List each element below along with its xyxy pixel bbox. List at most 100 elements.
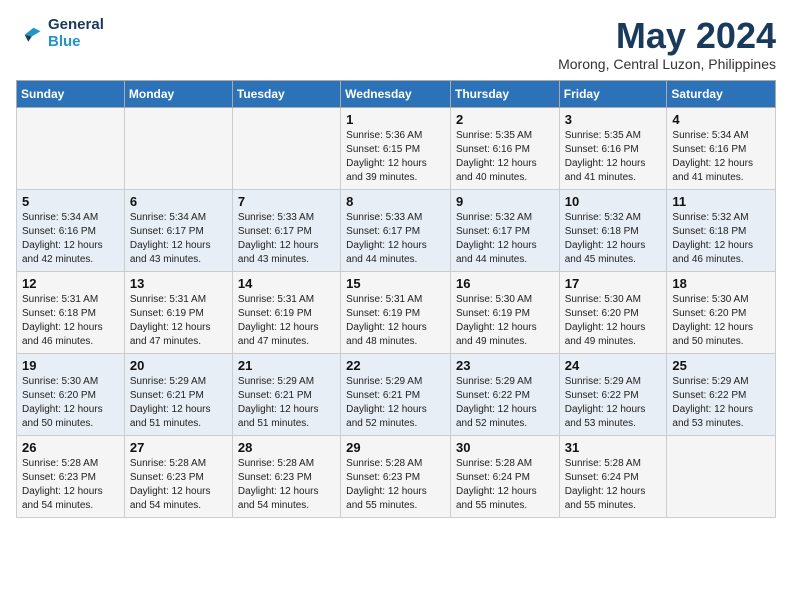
calendar-cell-w2-d3: 7 Sunrise: 5:33 AM Sunset: 6:17 PM Daylig… — [232, 189, 340, 271]
logo: General Blue — [16, 16, 104, 50]
day-info: Sunrise: 5:30 AM Sunset: 6:20 PM Dayligh… — [22, 375, 119, 431]
day-info: Sunrise: 5:31 AM Sunset: 6:19 PM Dayligh… — [238, 293, 335, 349]
calendar-cell-w3-d1: 12Sunrise: 5:31 AM Sunset: 6:18 PM Dayli… — [17, 271, 125, 353]
day-info: Sunrise: 5:29 AM Sunset: 6:21 PM Dayligh… — [346, 375, 445, 431]
calendar-cell-w2-d7: 11 Sunrise: 5:32 AM Sunset: 6:18 PM Dayli… — [667, 189, 776, 271]
month-year: May 2024 — [558, 16, 776, 56]
calendar-cell-w4-d2: 20 Sunrise: 5:29 AM Sunset: 6:21 PM Dayli… — [124, 353, 232, 435]
week-row-1: 1 Sunrise: 5:36 AM Sunset: 6:15 PM Daylig… — [17, 107, 776, 189]
calendar-cell-w1-d4: 1 Sunrise: 5:36 AM Sunset: 6:15 PM Daylig… — [341, 107, 451, 189]
header-sunday: Sunday — [17, 80, 125, 107]
calendar-cell-w5-d6: 31Sunrise: 5:28 AM Sunset: 6:24 PM Dayli… — [559, 435, 667, 517]
day-info: Sunrise: 5:33 AM Sunset: 6:17 PM Dayligh… — [346, 211, 445, 267]
logo-subtext: Blue — [48, 33, 104, 50]
page-header: General Blue May 2024 Morong, Central Lu… — [16, 16, 776, 72]
day-number: 28 — [238, 440, 335, 455]
day-number: 26 — [22, 440, 119, 455]
day-info: Sunrise: 5:30 AM Sunset: 6:20 PM Dayligh… — [672, 293, 770, 349]
day-info: Sunrise: 5:35 AM Sunset: 6:16 PM Dayligh… — [565, 129, 662, 185]
week-row-3: 12Sunrise: 5:31 AM Sunset: 6:18 PM Dayli… — [17, 271, 776, 353]
day-info: Sunrise: 5:28 AM Sunset: 6:24 PM Dayligh… — [456, 457, 554, 513]
day-number: 10 — [565, 194, 662, 209]
header-friday: Friday — [559, 80, 667, 107]
day-number: 1 — [346, 112, 445, 127]
day-number: 24 — [565, 358, 662, 373]
week-row-2: 5 Sunrise: 5:34 AM Sunset: 6:16 PM Daylig… — [17, 189, 776, 271]
day-info: Sunrise: 5:32 AM Sunset: 6:18 PM Dayligh… — [565, 211, 662, 267]
day-number: 17 — [565, 276, 662, 291]
calendar-cell-w5-d7 — [667, 435, 776, 517]
day-number: 16 — [456, 276, 554, 291]
day-number: 19 — [22, 358, 119, 373]
day-info: Sunrise: 5:36 AM Sunset: 6:15 PM Dayligh… — [346, 129, 445, 185]
day-number: 2 — [456, 112, 554, 127]
day-info: Sunrise: 5:30 AM Sunset: 6:19 PM Dayligh… — [456, 293, 554, 349]
day-info: Sunrise: 5:28 AM Sunset: 6:23 PM Dayligh… — [22, 457, 119, 513]
day-number: 13 — [130, 276, 227, 291]
logo-icon — [16, 19, 44, 47]
day-number: 6 — [130, 194, 227, 209]
day-number: 29 — [346, 440, 445, 455]
day-number: 27 — [130, 440, 227, 455]
day-info: Sunrise: 5:34 AM Sunset: 6:17 PM Dayligh… — [130, 211, 227, 267]
header-wednesday: Wednesday — [341, 80, 451, 107]
day-info: Sunrise: 5:29 AM Sunset: 6:21 PM Dayligh… — [130, 375, 227, 431]
day-number: 9 — [456, 194, 554, 209]
calendar-cell-w2-d2: 6 Sunrise: 5:34 AM Sunset: 6:17 PM Daylig… — [124, 189, 232, 271]
day-number: 23 — [456, 358, 554, 373]
day-info: Sunrise: 5:29 AM Sunset: 6:22 PM Dayligh… — [456, 375, 554, 431]
day-number: 30 — [456, 440, 554, 455]
calendar-cell-w4-d7: 25Sunrise: 5:29 AM Sunset: 6:22 PM Dayli… — [667, 353, 776, 435]
calendar-cell-w4-d4: 22Sunrise: 5:29 AM Sunset: 6:21 PM Dayli… — [341, 353, 451, 435]
header-saturday: Saturday — [667, 80, 776, 107]
calendar-cell-w3-d3: 14 Sunrise: 5:31 AM Sunset: 6:19 PM Dayli… — [232, 271, 340, 353]
calendar-cell-w5-d5: 30 Sunrise: 5:28 AM Sunset: 6:24 PM Dayli… — [450, 435, 559, 517]
day-info: Sunrise: 5:34 AM Sunset: 6:16 PM Dayligh… — [22, 211, 119, 267]
day-info: Sunrise: 5:31 AM Sunset: 6:19 PM Dayligh… — [346, 293, 445, 349]
calendar-cell-w1-d2 — [124, 107, 232, 189]
calendar-cell-w1-d3 — [232, 107, 340, 189]
calendar-cell-w2-d1: 5 Sunrise: 5:34 AM Sunset: 6:16 PM Daylig… — [17, 189, 125, 271]
calendar-cell-w4-d5: 23 Sunrise: 5:29 AM Sunset: 6:22 PM Dayli… — [450, 353, 559, 435]
day-info: Sunrise: 5:29 AM Sunset: 6:22 PM Dayligh… — [672, 375, 770, 431]
calendar-cell-w5-d4: 29 Sunrise: 5:28 AM Sunset: 6:23 PM Dayli… — [341, 435, 451, 517]
calendar-cell-w5-d3: 28 Sunrise: 5:28 AM Sunset: 6:23 PM Dayli… — [232, 435, 340, 517]
header-tuesday: Tuesday — [232, 80, 340, 107]
day-number: 5 — [22, 194, 119, 209]
calendar-cell-w5-d1: 26 Sunrise: 5:28 AM Sunset: 6:23 PM Dayli… — [17, 435, 125, 517]
calendar-cell-w1-d7: 4Sunrise: 5:34 AM Sunset: 6:16 PM Daylig… — [667, 107, 776, 189]
logo-text: General — [48, 16, 104, 33]
calendar-cell-w1-d6: 3 Sunrise: 5:35 AM Sunset: 6:16 PM Daylig… — [559, 107, 667, 189]
day-number: 7 — [238, 194, 335, 209]
calendar-cell-w4-d3: 21Sunrise: 5:29 AM Sunset: 6:21 PM Dayli… — [232, 353, 340, 435]
day-number: 18 — [672, 276, 770, 291]
day-info: Sunrise: 5:28 AM Sunset: 6:23 PM Dayligh… — [238, 457, 335, 513]
calendar-cell-w2-d5: 9Sunrise: 5:32 AM Sunset: 6:17 PM Daylig… — [450, 189, 559, 271]
day-info: Sunrise: 5:28 AM Sunset: 6:23 PM Dayligh… — [130, 457, 227, 513]
day-number: 11 — [672, 194, 770, 209]
calendar-cell-w3-d2: 13 Sunrise: 5:31 AM Sunset: 6:19 PM Dayli… — [124, 271, 232, 353]
calendar-cell-w2-d6: 10 Sunrise: 5:32 AM Sunset: 6:18 PM Dayli… — [559, 189, 667, 271]
calendar-cell-w2-d4: 8Sunrise: 5:33 AM Sunset: 6:17 PM Daylig… — [341, 189, 451, 271]
day-number: 14 — [238, 276, 335, 291]
day-info: Sunrise: 5:33 AM Sunset: 6:17 PM Dayligh… — [238, 211, 335, 267]
day-info: Sunrise: 5:29 AM Sunset: 6:22 PM Dayligh… — [565, 375, 662, 431]
day-number: 15 — [346, 276, 445, 291]
calendar-cell-w3-d4: 15 Sunrise: 5:31 AM Sunset: 6:19 PM Dayli… — [341, 271, 451, 353]
calendar-table: Sunday Monday Tuesday Wednesday Thursday… — [16, 80, 776, 518]
calendar-cell-w1-d1 — [17, 107, 125, 189]
title-block: May 2024 Morong, Central Luzon, Philippi… — [558, 16, 776, 72]
header-monday: Monday — [124, 80, 232, 107]
day-info: Sunrise: 5:32 AM Sunset: 6:18 PM Dayligh… — [672, 211, 770, 267]
calendar-cell-w3-d7: 18 Sunrise: 5:30 AM Sunset: 6:20 PM Dayli… — [667, 271, 776, 353]
day-number: 21 — [238, 358, 335, 373]
day-number: 20 — [130, 358, 227, 373]
calendar-cell-w3-d6: 17Sunrise: 5:30 AM Sunset: 6:20 PM Dayli… — [559, 271, 667, 353]
day-info: Sunrise: 5:31 AM Sunset: 6:18 PM Dayligh… — [22, 293, 119, 349]
day-info: Sunrise: 5:34 AM Sunset: 6:16 PM Dayligh… — [672, 129, 770, 185]
day-info: Sunrise: 5:31 AM Sunset: 6:19 PM Dayligh… — [130, 293, 227, 349]
day-info: Sunrise: 5:28 AM Sunset: 6:24 PM Dayligh… — [565, 457, 662, 513]
day-number: 3 — [565, 112, 662, 127]
day-info: Sunrise: 5:35 AM Sunset: 6:16 PM Dayligh… — [456, 129, 554, 185]
day-info: Sunrise: 5:28 AM Sunset: 6:23 PM Dayligh… — [346, 457, 445, 513]
